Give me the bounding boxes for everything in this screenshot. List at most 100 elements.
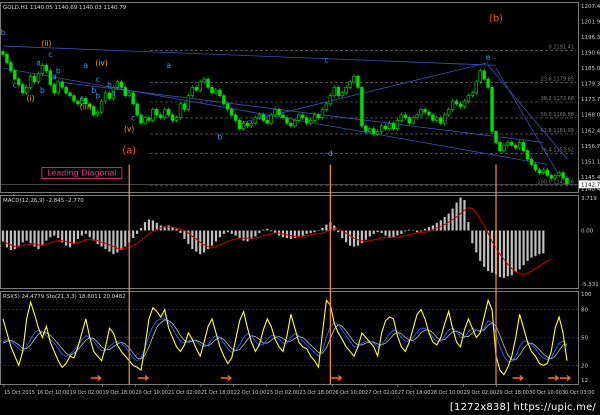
- macd-bar: [463, 200, 466, 231]
- macd-bar: [226, 230, 229, 233]
- candle-body: [237, 120, 242, 129]
- macd-bar: [396, 230, 399, 236]
- macd-bar: [254, 230, 257, 237]
- price-tick-label: 1185.02: [581, 66, 600, 72]
- macd-title: MACD(12,26,9) -2.845 -2.770: [3, 198, 84, 204]
- macd-bar: [467, 222, 470, 231]
- candle-body: [462, 100, 467, 107]
- candle-body: [557, 172, 561, 176]
- candle-body: [28, 76, 33, 88]
- candle-body: [115, 81, 120, 88]
- macd-bar: [183, 230, 186, 239]
- candle-body: [328, 95, 333, 105]
- macd-bar: [376, 230, 379, 233]
- candle-body: [431, 114, 435, 121]
- macd-bar: [45, 230, 48, 241]
- candle-body: [151, 109, 155, 121]
- candle-body: [486, 78, 490, 88]
- candle-body: [198, 81, 202, 91]
- time-tick-label: 29 Oct 02:00: [464, 390, 497, 396]
- macd-bar: [132, 230, 135, 239]
- candle-body: [372, 128, 376, 135]
- candle-body: [494, 131, 498, 143]
- candle-body: [454, 100, 459, 105]
- macd-bar: [108, 230, 111, 252]
- candle-body: [368, 128, 372, 132]
- macd-bar: [479, 230, 482, 261]
- candle-body: [312, 114, 317, 121]
- candle-body: [533, 164, 538, 171]
- candle-body: [17, 78, 21, 85]
- macd-bar: [309, 230, 312, 234]
- macd-bar: [96, 230, 99, 245]
- candle-body: [541, 169, 546, 174]
- time-tick-label: 22 Oct 10:00: [234, 390, 267, 396]
- macd-bar: [530, 230, 533, 258]
- fib-level-label: 38.2 1172.68: [541, 96, 574, 102]
- macd-bar: [80, 230, 83, 236]
- candle-body: [391, 122, 396, 129]
- candle-body: [332, 87, 337, 96]
- candle-body: [281, 114, 285, 118]
- candle-body: [450, 100, 455, 110]
- rsi-tick-label: 20: [581, 363, 588, 369]
- macd-bar: [297, 230, 300, 237]
- time-tick-label: 21 Oct 18:00: [201, 390, 234, 396]
- macd-bar: [258, 230, 261, 234]
- candle-body: [411, 117, 415, 124]
- price-tick-label: 1201.97: [581, 19, 600, 25]
- price-tick-label: 1207.47: [581, 4, 600, 10]
- candle-body: [517, 142, 522, 149]
- wave-label: a: [84, 61, 89, 70]
- macd-bar: [68, 230, 72, 248]
- candle-body: [293, 120, 297, 127]
- macd-bar: [317, 230, 320, 232]
- macd-bar: [313, 230, 316, 233]
- time-tick-label: 30 Oct 10:00: [529, 390, 562, 396]
- macd-bar: [348, 230, 352, 246]
- macd-bar: [9, 230, 12, 250]
- time-tick-label: 19 Oct 18:00: [102, 390, 135, 396]
- macd-bar: [364, 230, 367, 240]
- fib-level-label: 50.0 1166.88: [541, 112, 574, 118]
- wave-label: a: [111, 89, 116, 98]
- macd-bar: [270, 230, 273, 232]
- macd-bar: [341, 230, 344, 239]
- macd-bar: [65, 230, 68, 246]
- candle-body: [206, 78, 210, 88]
- candle-body: [95, 111, 100, 116]
- wave-label: b: [56, 67, 61, 76]
- candle-body: [521, 142, 526, 151]
- candle-body: [277, 109, 281, 116]
- candle-body: [360, 87, 364, 127]
- macd-bar: [238, 230, 241, 239]
- candle-body: [561, 172, 565, 179]
- macd-bar: [483, 230, 486, 267]
- wave-label: (b): [489, 13, 503, 24]
- candle-body: [131, 92, 135, 105]
- wave-label: a: [36, 58, 41, 67]
- candle-body: [182, 103, 187, 110]
- macd-bar: [242, 230, 245, 241]
- macd-bar: [41, 230, 44, 246]
- time-tick-label: 27 Oct 18:00: [398, 390, 431, 396]
- macd-bar: [502, 230, 505, 278]
- macd-bar: [25, 230, 28, 241]
- macd-bar: [538, 230, 541, 255]
- macd-bar: [487, 230, 490, 272]
- price-tick-label: 1168.07: [581, 113, 600, 119]
- candle-body: [99, 100, 104, 113]
- macd-tick-label: -5.331: [581, 282, 599, 288]
- macd-bar: [139, 227, 143, 231]
- macd-bar: [151, 220, 154, 231]
- macd-bar: [514, 230, 517, 272]
- candle-body: [478, 70, 482, 83]
- macd-bar: [526, 230, 529, 261]
- candle-body: [123, 87, 127, 96]
- macd-bar: [471, 230, 474, 244]
- candle-body: [375, 131, 380, 135]
- candle-body: [9, 62, 13, 72]
- wave-label: b: [40, 86, 45, 95]
- candle-body: [68, 92, 72, 96]
- candle-body: [297, 114, 301, 121]
